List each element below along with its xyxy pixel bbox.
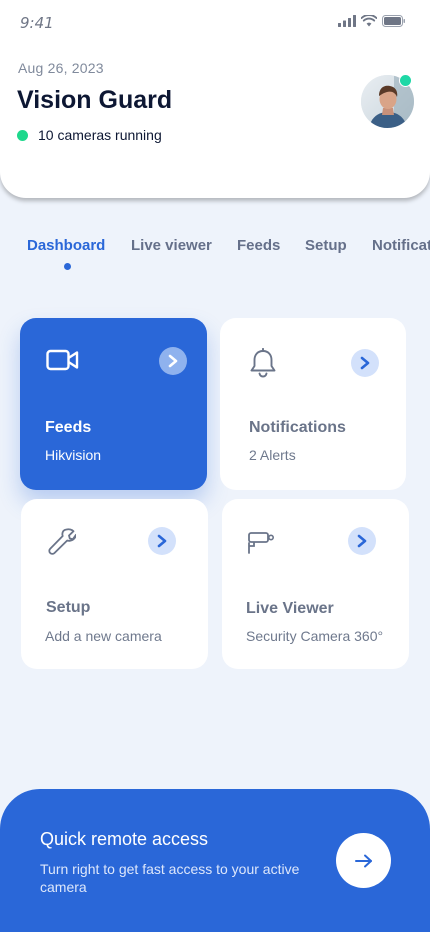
signal-icon [338, 15, 356, 27]
battery-icon [382, 15, 405, 27]
chevron-right-icon [157, 534, 167, 548]
status-icons [338, 15, 406, 27]
chevron-right-icon [357, 534, 367, 548]
chevron-right-icon [168, 354, 178, 368]
camera-status-text: 10 cameras running [38, 127, 162, 143]
wrench-icon [48, 528, 76, 555]
bell-icon [250, 348, 276, 378]
chevron-right-icon [360, 356, 370, 370]
cctv-camera-icon [248, 532, 274, 554]
setup-card-title: Setup [46, 599, 91, 616]
quick-access-panel: Quick remote access Turn right to get fa… [0, 789, 430, 932]
video-camera-icon [46, 349, 79, 371]
live-viewer-card[interactable]: Live Viewer Security Camera 360° [222, 499, 409, 669]
live-viewer-card-subtitle: Security Camera 360° [246, 628, 384, 644]
camera-status: 10 cameras running [17, 127, 162, 143]
quick-access-button[interactable] [336, 833, 391, 888]
status-time: 9:41 [20, 14, 54, 32]
notifications-open-button[interactable] [351, 349, 379, 377]
header-card: 9:41 Aug 26, 2023 Vision Guard 10 camera… [0, 0, 430, 198]
online-status-dot [17, 129, 28, 141]
tab-dashboard[interactable]: Dashboard [27, 237, 105, 254]
header-date: Aug 26, 2023 [18, 60, 104, 76]
feeds-card-subtitle: Hikvision [45, 447, 102, 463]
avatar-online-indicator [399, 74, 412, 87]
notifications-card[interactable]: Notifications 2 Alerts [220, 318, 406, 490]
tab-live-viewer[interactable]: Live viewer [131, 237, 212, 254]
notifications-card-title: Notifications [249, 419, 346, 436]
live-viewer-open-button[interactable] [348, 527, 376, 555]
arrow-right-icon [354, 854, 372, 867]
tab-setup[interactable]: Setup [305, 237, 347, 254]
setup-card-subtitle: Add a new camera [45, 628, 162, 644]
quick-access-description: Turn right to get fast access to your ac… [40, 861, 300, 895]
active-tab-indicator [64, 263, 71, 270]
quick-access-title: Quick remote access [40, 829, 209, 849]
setup-open-button[interactable] [148, 527, 176, 555]
setup-card[interactable]: Setup Add a new camera [21, 499, 208, 669]
wifi-icon [361, 15, 377, 27]
live-viewer-card-title: Live Viewer [246, 600, 334, 617]
feeds-card[interactable]: Feeds Hikvision [20, 318, 207, 490]
tab-notifications[interactable]: Notifications [372, 237, 430, 254]
tab-bar: Dashboard Live viewer Feeds Setup Notifi… [0, 237, 430, 277]
notifications-card-subtitle: 2 Alerts [249, 447, 296, 463]
tab-feeds[interactable]: Feeds [237, 237, 280, 254]
app-title: Vision Guard [17, 86, 173, 114]
feeds-open-button[interactable] [159, 347, 187, 375]
feeds-card-title: Feeds [45, 419, 92, 436]
